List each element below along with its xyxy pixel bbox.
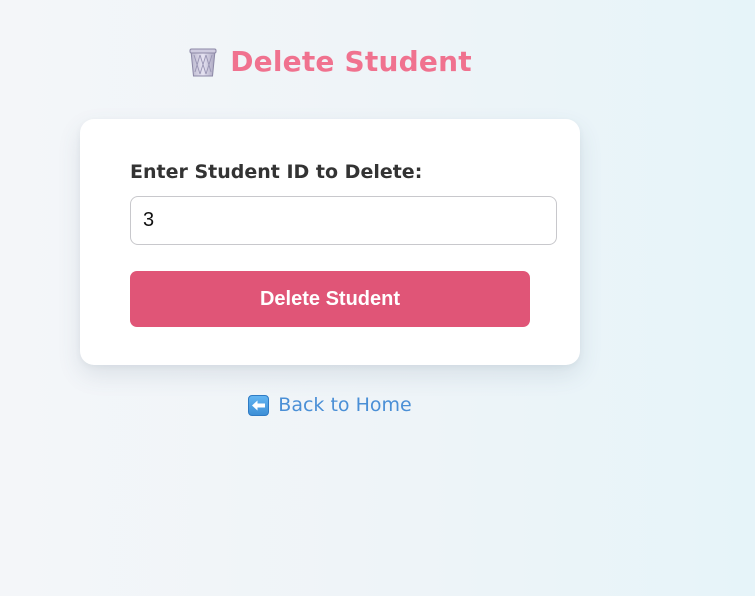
left-arrow-icon xyxy=(248,394,270,416)
student-id-label: Enter Student ID to Delete: xyxy=(130,161,423,183)
back-to-home-label: Back to Home xyxy=(278,394,412,416)
page-title: Delete Student xyxy=(230,45,472,78)
wastebasket-icon xyxy=(188,46,218,78)
page-header: Delete Student xyxy=(80,40,580,84)
delete-form-card: Enter Student ID to Delete: Delete Stude… xyxy=(80,119,580,365)
student-id-input[interactable] xyxy=(130,196,557,245)
back-to-home-link[interactable]: Back to Home xyxy=(80,392,580,418)
delete-student-button[interactable]: Delete Student xyxy=(130,271,530,327)
